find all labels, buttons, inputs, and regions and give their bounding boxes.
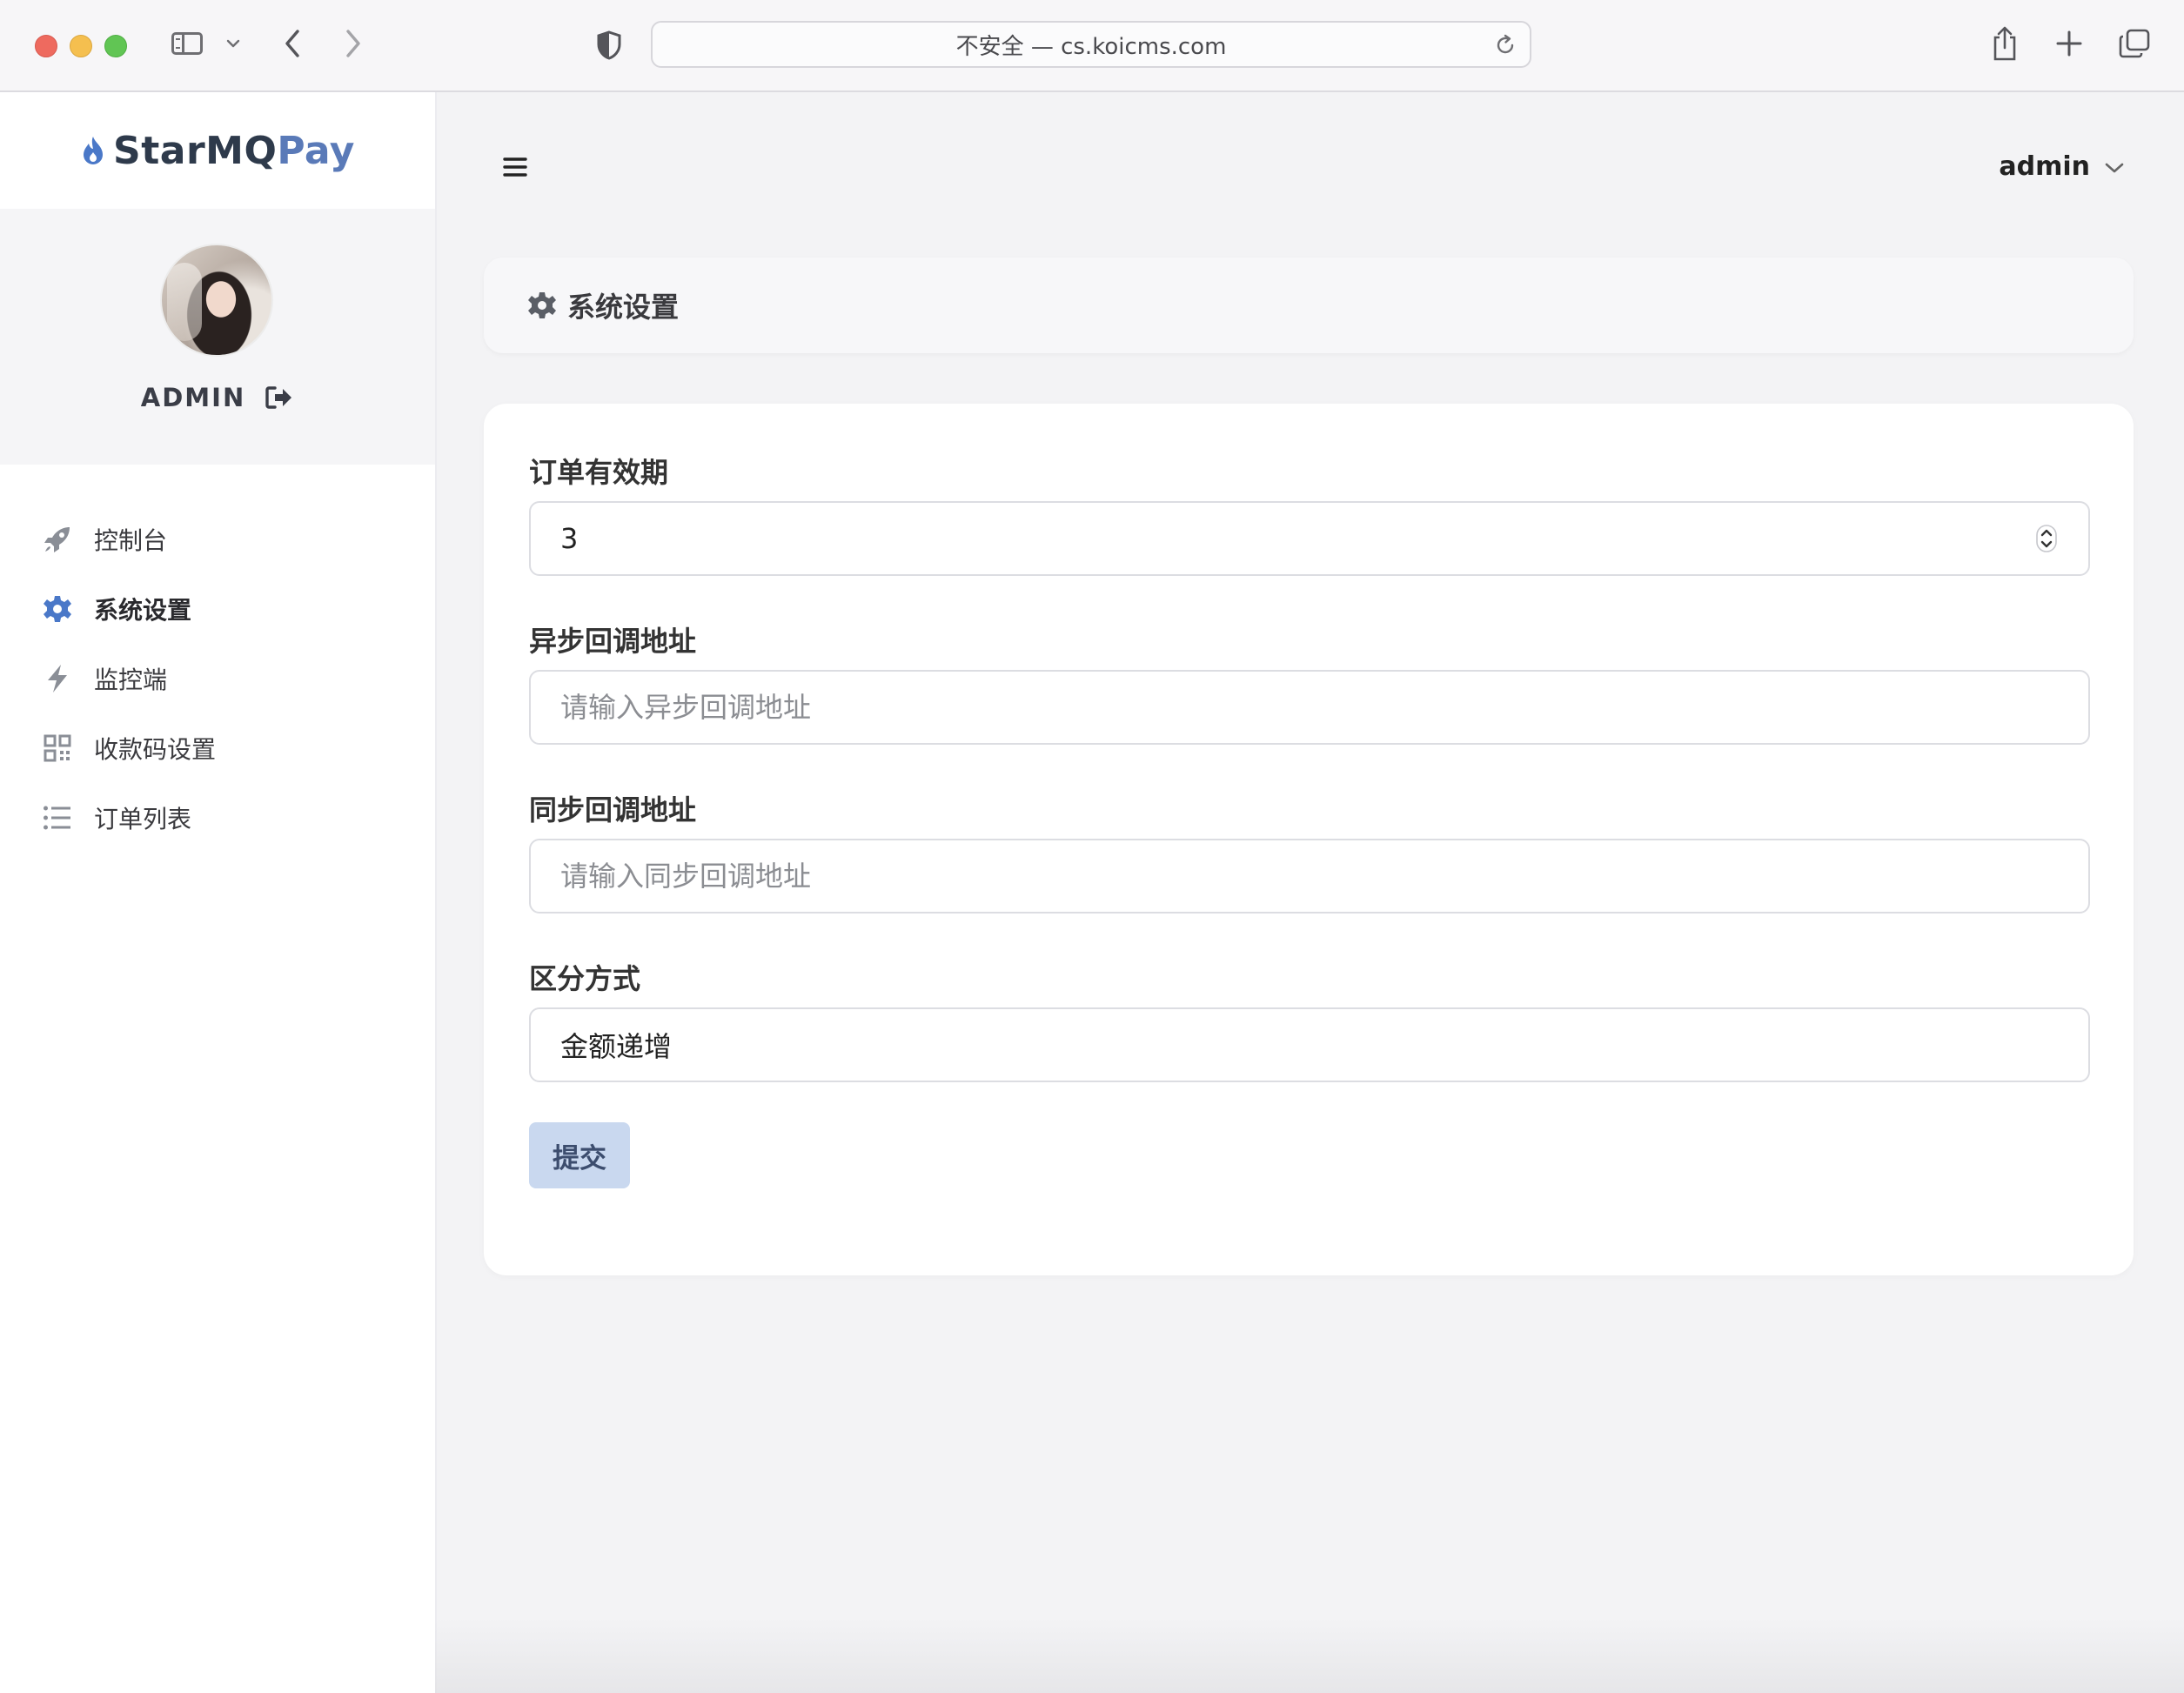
sidebar-item-label: 监控端: [94, 666, 168, 694]
sidebar-item-qrcode[interactable]: 收款码设置: [0, 713, 435, 783]
window-close-button[interactable]: [35, 35, 57, 57]
back-arrow-icon[interactable]: [277, 26, 308, 61]
reload-icon[interactable]: [1493, 33, 1517, 57]
tab-overview-icon[interactable]: [2116, 26, 2153, 61]
distinguish-mode-select[interactable]: 金额递增: [529, 1007, 2090, 1082]
flame-icon: [80, 135, 106, 166]
gear-icon: [527, 291, 557, 320]
gear-icon: [42, 593, 73, 625]
page-header: 系统设置: [484, 258, 2134, 353]
address-text: 不安全 — cs.koicms.com: [955, 33, 1227, 60]
submit-button[interactable]: 提交: [529, 1122, 630, 1188]
order-validity-input[interactable]: [529, 501, 2090, 576]
chevron-down-icon: [2104, 151, 2125, 182]
new-tab-icon[interactable]: [2052, 26, 2087, 61]
forward-arrow-icon[interactable]: [338, 26, 369, 61]
address-bar[interactable]: 不安全 — cs.koicms.com: [651, 21, 1531, 68]
qrcode-icon: [42, 733, 73, 764]
brand-logo[interactable]: StarMQ Pay: [0, 92, 435, 209]
sidebar-item-label: 收款码设置: [94, 735, 217, 764]
chevron-down-icon[interactable]: [223, 33, 244, 54]
bolt-icon: [42, 663, 73, 694]
avatar: [160, 244, 273, 357]
hamburger-menu-icon[interactable]: [498, 150, 533, 184]
user-profile: ADMIN: [0, 209, 435, 465]
window-minimize-button[interactable]: [70, 35, 92, 57]
sidebar-item-dashboard[interactable]: 控制台: [0, 505, 435, 574]
distinguish-mode-label: 区分方式: [529, 962, 641, 995]
profile-name-row: ADMIN: [0, 383, 435, 412]
profile-username: ADMIN: [140, 383, 246, 412]
brand-name-part1: StarMQ: [113, 128, 278, 173]
list-icon: [42, 802, 73, 833]
sidebar-item-label: 系统设置: [94, 596, 192, 625]
sidebar-toggle-icon[interactable]: [169, 30, 205, 57]
logout-icon[interactable]: [265, 385, 294, 411]
bottom-shadow: [435, 1618, 2184, 1693]
sync-callback-input[interactable]: [529, 839, 2090, 913]
user-dropdown-label: admin: [1999, 151, 2090, 182]
async-callback-label: 异步回调地址: [529, 625, 697, 658]
settings-form: 订单有效期 异步回调地址 同步回调地址 区分方式 金额递增 提交: [484, 404, 2134, 1275]
shield-icon[interactable]: [593, 30, 625, 61]
sidebar-item-monitor[interactable]: 监控端: [0, 644, 435, 713]
order-validity-wrapper: [484, 501, 2134, 576]
sidebar-item-settings[interactable]: 系统设置: [0, 574, 435, 644]
order-validity-label: 订单有效期: [529, 456, 669, 489]
sidebar-item-label: 订单列表: [94, 805, 192, 833]
sync-callback-label: 同步回调地址: [529, 793, 697, 826]
sidebar-nav: 控制台 系统设置 监控端 收款码设置 订单列表: [0, 505, 435, 853]
window-maximize-button[interactable]: [104, 35, 127, 57]
sidebar: StarMQ Pay ADMIN 控制台 系统设置 监控端 收款码设置 订单列表: [0, 92, 437, 1693]
brand-name-part2: Pay: [277, 128, 355, 173]
number-stepper-icon[interactable]: [2034, 524, 2059, 553]
user-dropdown[interactable]: admin: [1999, 146, 2125, 186]
rocket-icon: [42, 524, 73, 555]
share-icon[interactable]: [1989, 24, 2020, 63]
browser-toolbar: 不安全 — cs.koicms.com: [0, 0, 2184, 92]
sidebar-item-label: 控制台: [94, 526, 168, 555]
async-callback-input[interactable]: [529, 670, 2090, 745]
sidebar-item-orders[interactable]: 订单列表: [0, 783, 435, 853]
distinguish-mode-value: 金额递增: [560, 1030, 673, 1063]
page-title: 系统设置: [567, 291, 680, 324]
